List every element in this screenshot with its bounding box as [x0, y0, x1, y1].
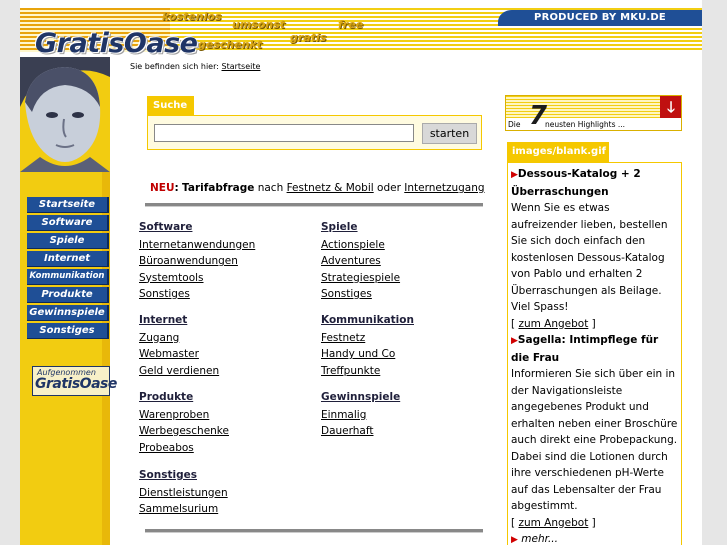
nav-spiele[interactable]: Spiele: [27, 233, 109, 249]
ad-offer-link[interactable]: zum Angebot: [518, 517, 588, 529]
category-title-software[interactable]: Software: [139, 219, 255, 236]
highlights-label: neusten Highlights ...: [545, 120, 626, 129]
link-spiele-sonstiges[interactable]: Sonstiges: [321, 286, 400, 303]
header-word: free: [338, 18, 364, 31]
nav-produkte[interactable]: Produkte: [27, 287, 109, 303]
header-word: geschenkt: [198, 38, 263, 51]
search-panel: starten: [147, 115, 482, 150]
ad-item-title-text: Dessous-Katalog + 2 Überraschungen: [511, 168, 641, 198]
search-input[interactable]: [154, 124, 414, 142]
header-word: umsonst: [232, 18, 286, 31]
highlights-prefix: Die: [508, 120, 521, 129]
triangle-right-icon: ▶: [511, 336, 518, 346]
triangle-right-icon: ▶: [511, 170, 518, 180]
link-treffpunkte[interactable]: Treffpunkte: [321, 363, 414, 380]
page: PRODUCED BY MKU.DE kostenlos umsonst fre…: [0, 0, 727, 545]
ad-more-link[interactable]: ▶ mehr...: [511, 531, 679, 545]
ad-item-text: Wenn Sie es etwas aufreizender lieben, b…: [511, 202, 668, 313]
link-warenproben[interactable]: Warenproben: [139, 407, 229, 424]
category-title-spiele[interactable]: Spiele: [321, 219, 400, 236]
ad-panel-title: images/blank.gif: [507, 142, 609, 162]
category-title-kommunikation[interactable]: Kommunikation: [321, 312, 414, 329]
portrait-image: [20, 57, 110, 172]
news-text-1: nach: [257, 182, 284, 194]
search-title: Suche: [147, 96, 194, 115]
news-text-2: oder: [377, 182, 401, 194]
link-werbegeschenke[interactable]: Werbegeschenke: [139, 423, 229, 440]
category-produkte: Produkte Warenproben Werbegeschenke Prob…: [139, 389, 229, 456]
link-internetanwendungen[interactable]: Internetanwendungen: [139, 237, 255, 254]
news-colon: :: [174, 182, 179, 194]
link-sammelsurium[interactable]: Sammelsurium: [139, 501, 228, 518]
link-geld-verdienen[interactable]: Geld verdienen: [139, 363, 219, 380]
category-internet: Internet Zugang Webmaster Geld verdienen: [139, 312, 219, 379]
category-title-sonstiges[interactable]: Sonstiges: [139, 467, 228, 484]
nav-gewinnspiele[interactable]: Gewinnspiele: [27, 305, 109, 321]
produced-by-banner[interactable]: PRODUCED BY MKU.DE: [498, 10, 702, 26]
news-link-festnetz-mobil[interactable]: Festnetz & Mobil: [287, 182, 374, 194]
ad-item-link-wrap: [ zum Angebot ]: [511, 317, 596, 330]
ad-offer-link[interactable]: zum Angebot: [518, 318, 588, 330]
ad-item-title-text: Sagella: Intimpflege für die Frau: [511, 334, 659, 364]
divider-bottom: [145, 529, 483, 533]
nav-kommunikation[interactable]: Kommunikation: [27, 269, 109, 285]
link-probeabos[interactable]: Probeabos: [139, 440, 229, 457]
search-submit-button[interactable]: starten: [422, 123, 477, 144]
news-line: NEU: Tarifabfrage nach Festnetz & Mobil …: [150, 182, 485, 194]
site-frame: PRODUCED BY MKU.DE kostenlos umsonst fre…: [20, 0, 702, 545]
link-einmalig[interactable]: Einmalig: [321, 407, 400, 424]
breadcrumb-prefix: Sie befinden sich hier:: [130, 62, 219, 71]
category-spiele: Spiele Actionspiele Adventures Strategie…: [321, 219, 400, 303]
link-dienstleistungen[interactable]: Dienstleistungen: [139, 485, 228, 502]
site-logo[interactable]: GratisOase: [35, 28, 198, 59]
nav-sonstiges[interactable]: Sonstiges: [27, 323, 109, 339]
ad-panel: ▶Dessous-Katalog + 2 Überraschungen Wenn…: [507, 162, 682, 545]
nav-software[interactable]: Software: [27, 215, 109, 231]
link-webmaster[interactable]: Webmaster: [139, 346, 219, 363]
category-gewinnspiele: Gewinnspiele Einmalig Dauerhaft: [321, 389, 400, 440]
link-strategiespiele[interactable]: Strategiespiele: [321, 270, 400, 287]
triangle-right-icon: ▶: [511, 535, 518, 545]
badge-logo: GratisOase: [35, 376, 117, 392]
breadcrumb-link-startseite[interactable]: Startseite: [222, 62, 261, 71]
highlights-banner[interactable]: 7 Die neusten Highlights ... 🡓: [505, 95, 682, 131]
divider-top: [145, 203, 483, 207]
link-adventures[interactable]: Adventures: [321, 253, 400, 270]
header-word: gratis: [290, 31, 327, 44]
category-sonstiges: Sonstiges Dienstleistungen Sammelsurium: [139, 467, 228, 518]
news-link-internetzugang[interactable]: Internetzugang: [404, 182, 484, 194]
arrow-down-icon[interactable]: 🡓: [660, 96, 681, 118]
link-dauerhaft[interactable]: Dauerhaft: [321, 423, 400, 440]
news-title: Tarifabfrage: [182, 182, 255, 194]
news-tag: NEU: [150, 182, 175, 194]
header: PRODUCED BY MKU.DE kostenlos umsonst fre…: [20, 0, 702, 59]
link-festnetz[interactable]: Festnetz: [321, 330, 414, 347]
category-title-gewinnspiele[interactable]: Gewinnspiele: [321, 389, 400, 406]
link-systemtools[interactable]: Systemtools: [139, 270, 255, 287]
ad-item-title[interactable]: ▶Dessous-Katalog + 2 Überraschungen: [511, 166, 679, 200]
header-word: kostenlos: [162, 10, 222, 23]
category-software: Software Internetanwendungen Büroanwendu…: [139, 219, 255, 303]
ad-item-text: Informieren Sie sich über ein in der Nav…: [511, 368, 678, 512]
link-bueroanwendungen[interactable]: Büroanwendungen: [139, 253, 255, 270]
category-kommunikation: Kommunikation Festnetz Handy und Co Tref…: [321, 312, 414, 379]
portrait-drawing: [20, 57, 110, 172]
category-title-produkte[interactable]: Produkte: [139, 389, 229, 406]
link-actionspiele[interactable]: Actionspiele: [321, 237, 400, 254]
nav-startseite[interactable]: Startseite: [27, 197, 109, 213]
link-handy-und-co[interactable]: Handy und Co: [321, 346, 414, 363]
breadcrumb: Sie befinden sich hier: Startseite: [130, 62, 260, 71]
ad-item-link-wrap: [ zum Angebot ]: [511, 516, 596, 529]
ad-item-title[interactable]: ▶Sagella: Intimpflege für die Frau: [511, 332, 679, 366]
link-zugang[interactable]: Zugang: [139, 330, 219, 347]
aufgenommen-badge[interactable]: Aufgenommen GratisOase: [32, 366, 117, 396]
link-software-sonstiges[interactable]: Sonstiges: [139, 286, 255, 303]
ad-more-text: mehr...: [521, 533, 558, 545]
nav-internet[interactable]: Internet: [27, 251, 109, 267]
main-navigation: Startseite Software Spiele Internet Komm…: [27, 197, 109, 341]
category-title-internet[interactable]: Internet: [139, 312, 219, 329]
